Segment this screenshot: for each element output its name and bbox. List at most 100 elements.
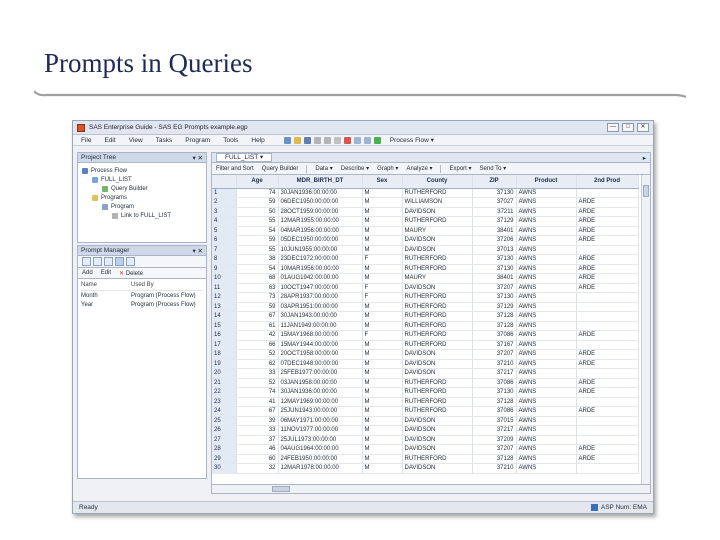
table-cell[interactable]: 37207	[472, 349, 517, 360]
table-row[interactable]: 15 61 11JAN1949:00:00:00 M RUTHERFORD 37128 AW…	[212, 321, 639, 331]
table-cell[interactable]: 37086	[472, 330, 517, 341]
table-cell[interactable]: ARDE	[576, 406, 639, 417]
table-cell[interactable]: 37210	[472, 463, 517, 474]
table-cell[interactable]: 37	[236, 435, 279, 445]
column-header[interactable]: Age	[236, 175, 279, 189]
row-number[interactable]: 18	[212, 349, 237, 360]
table-row[interactable]: 7 55 10JUN1955:00:00:00 M DAVIDSON 37013 AWNS	[212, 245, 639, 255]
table-cell[interactable]: AWNS	[516, 463, 577, 474]
table-cell[interactable]: 37167	[472, 340, 517, 350]
table-cell[interactable]: AWNS	[516, 378, 577, 388]
describe-menu[interactable]: Describe ▾	[341, 165, 369, 172]
table-cell[interactable]: 15MAY1944:00:00:00	[278, 340, 363, 350]
table-cell[interactable]: 59	[236, 302, 279, 312]
menu-program[interactable]: Program	[185, 137, 210, 144]
table-row[interactable]: 27 37 25JUL1973:00:00:00 M DAVIDSON 37209 AWNS	[212, 435, 639, 445]
table-cell[interactable]: M	[362, 397, 403, 407]
table-cell[interactable]: DAVIDSON	[402, 463, 473, 474]
menu-file[interactable]: File	[81, 137, 91, 144]
table-cell[interactable]: 12MAY1969:00:00:00	[278, 397, 363, 407]
table-cell[interactable]: AWNS	[516, 330, 577, 341]
scrollbar-thumb[interactable]	[272, 486, 290, 492]
table-cell[interactable]: MAURY	[402, 226, 473, 236]
table-cell[interactable]: AWNS	[516, 264, 577, 274]
table-row[interactable]: 11 63 10OCT1947:00:00:00 F DAVIDSON 37207 AWNS…	[212, 283, 639, 293]
table-cell[interactable]: AWNS	[516, 387, 577, 398]
table-cell[interactable]: M	[362, 454, 403, 464]
table-cell[interactable]: ARDE	[576, 378, 639, 388]
table-cell[interactable]: AWNS	[516, 321, 577, 331]
table-cell[interactable]: AWNS	[516, 444, 577, 455]
table-cell[interactable]: AWNS	[516, 416, 577, 426]
cut-icon[interactable]	[313, 136, 321, 144]
row-number[interactable]: 2	[212, 197, 237, 208]
table-cell[interactable]: 37210	[472, 359, 517, 369]
row-number[interactable]: 4	[212, 216, 237, 227]
table-cell[interactable]: M	[362, 340, 403, 350]
table-cell[interactable]: 25JUN1943:00:00:00	[278, 406, 363, 417]
table-cell[interactable]: 60	[236, 454, 279, 464]
row-number[interactable]: 7	[212, 245, 237, 255]
table-cell[interactable]: 37207	[472, 444, 517, 455]
table-cell[interactable]: 59	[236, 197, 279, 208]
run-icon[interactable]	[373, 136, 381, 144]
table-cell[interactable]: AWNS	[516, 273, 577, 284]
table-cell[interactable]: 37209	[472, 435, 517, 445]
row-number[interactable]: 11	[212, 283, 237, 293]
table-cell[interactable]: M	[362, 264, 403, 274]
table-cell[interactable]: 37217	[472, 368, 517, 379]
table-cell[interactable]: ARDE	[576, 207, 639, 217]
process-flow-button[interactable]: Process Flow ▾	[390, 136, 434, 144]
table-row[interactable]: 17 66 15MAY1944:00:00:00 M RUTHERFORD 37167 AW…	[212, 340, 639, 350]
open-icon[interactable]	[293, 136, 301, 144]
table-row[interactable]: 9 54 10MAR1956:00:00:00 M RUTHERFORD 37130 AWN…	[212, 264, 639, 274]
table-cell[interactable]: AWNS	[516, 292, 577, 303]
table-cell[interactable]: 50	[236, 207, 279, 217]
table-cell[interactable]: AWNS	[516, 340, 577, 350]
table-cell[interactable]: 01AUG1942:00:00:00	[278, 273, 363, 284]
table-cell[interactable]: 37206	[472, 235, 517, 246]
table-row[interactable]: 22 74 30JAN1936:00:00:00 M RUTHERFORD 37130 AW…	[212, 387, 639, 398]
table-cell[interactable]: 37128	[472, 454, 517, 464]
row-number[interactable]: 24	[212, 406, 237, 417]
prompt-add-icon[interactable]	[82, 257, 91, 266]
copy-icon[interactable]	[323, 136, 331, 144]
table-row[interactable]: 16 42 15MAY1968:00:00:00 F RUTHERFORD 37086 AW…	[212, 330, 639, 341]
table-cell[interactable]: 30JAN1936:00:00:00	[278, 387, 363, 398]
table-cell[interactable]: ARDE	[576, 349, 639, 360]
corner-cell[interactable]	[212, 175, 237, 189]
table-cell[interactable]: 67	[236, 406, 279, 417]
table-cell[interactable]: ARDE	[576, 216, 639, 227]
table-cell[interactable]: 25FEB1977:00:00:00	[278, 368, 363, 379]
table-cell[interactable]: DAVIDSON	[402, 425, 473, 436]
table-cell[interactable]: 37129	[472, 216, 517, 227]
table-cell[interactable]: RUTHERFORD	[402, 454, 473, 464]
table-cell[interactable]: AWNS	[516, 188, 577, 198]
table-cell[interactable]	[576, 321, 639, 331]
table-cell[interactable]: RUTHERFORD	[402, 254, 473, 265]
paste-icon[interactable]	[333, 136, 341, 144]
table-cell[interactable]: DAVIDSON	[402, 416, 473, 426]
table-cell[interactable]: RUTHERFORD	[402, 292, 473, 303]
prompt-delete-icon[interactable]	[126, 257, 135, 266]
table-row[interactable]: 3 50 28OCT1959:00:00:00 M DAVIDSON 37211 AWNS A…	[212, 207, 639, 217]
status-server[interactable]: ASP Num: EMA	[601, 504, 647, 511]
table-cell[interactable]: 54	[236, 226, 279, 236]
table-cell[interactable]: 30JAN1943:00:00:00	[278, 311, 363, 322]
table-cell[interactable]: 37013	[472, 245, 517, 255]
row-number[interactable]: 8	[212, 254, 237, 265]
table-cell[interactable]: M	[362, 321, 403, 331]
table-row[interactable]: 2 59 06DEC1950:00:00:00 M WILLIAMSON 37027 AWN…	[212, 197, 639, 208]
tree-item-full-list[interactable]: FULL_LIST	[82, 175, 202, 184]
row-number[interactable]: 28	[212, 444, 237, 455]
table-cell[interactable]: 11NOV1977:00:00:00	[278, 425, 363, 436]
table-cell[interactable]: 10MAR1956:00:00:00	[278, 264, 363, 274]
table-cell[interactable]: 37130	[472, 264, 517, 274]
row-number[interactable]: 19	[212, 359, 237, 369]
table-cell[interactable]	[576, 463, 639, 474]
table-cell[interactable]: 61	[236, 321, 279, 331]
table-cell[interactable]: 07DEC1948:00:00:00	[278, 359, 363, 369]
table-cell[interactable]: M	[362, 463, 403, 474]
table-cell[interactable]: 10OCT1947:00:00:00	[278, 283, 363, 293]
analyze-menu[interactable]: Analyze ▾	[406, 165, 432, 172]
